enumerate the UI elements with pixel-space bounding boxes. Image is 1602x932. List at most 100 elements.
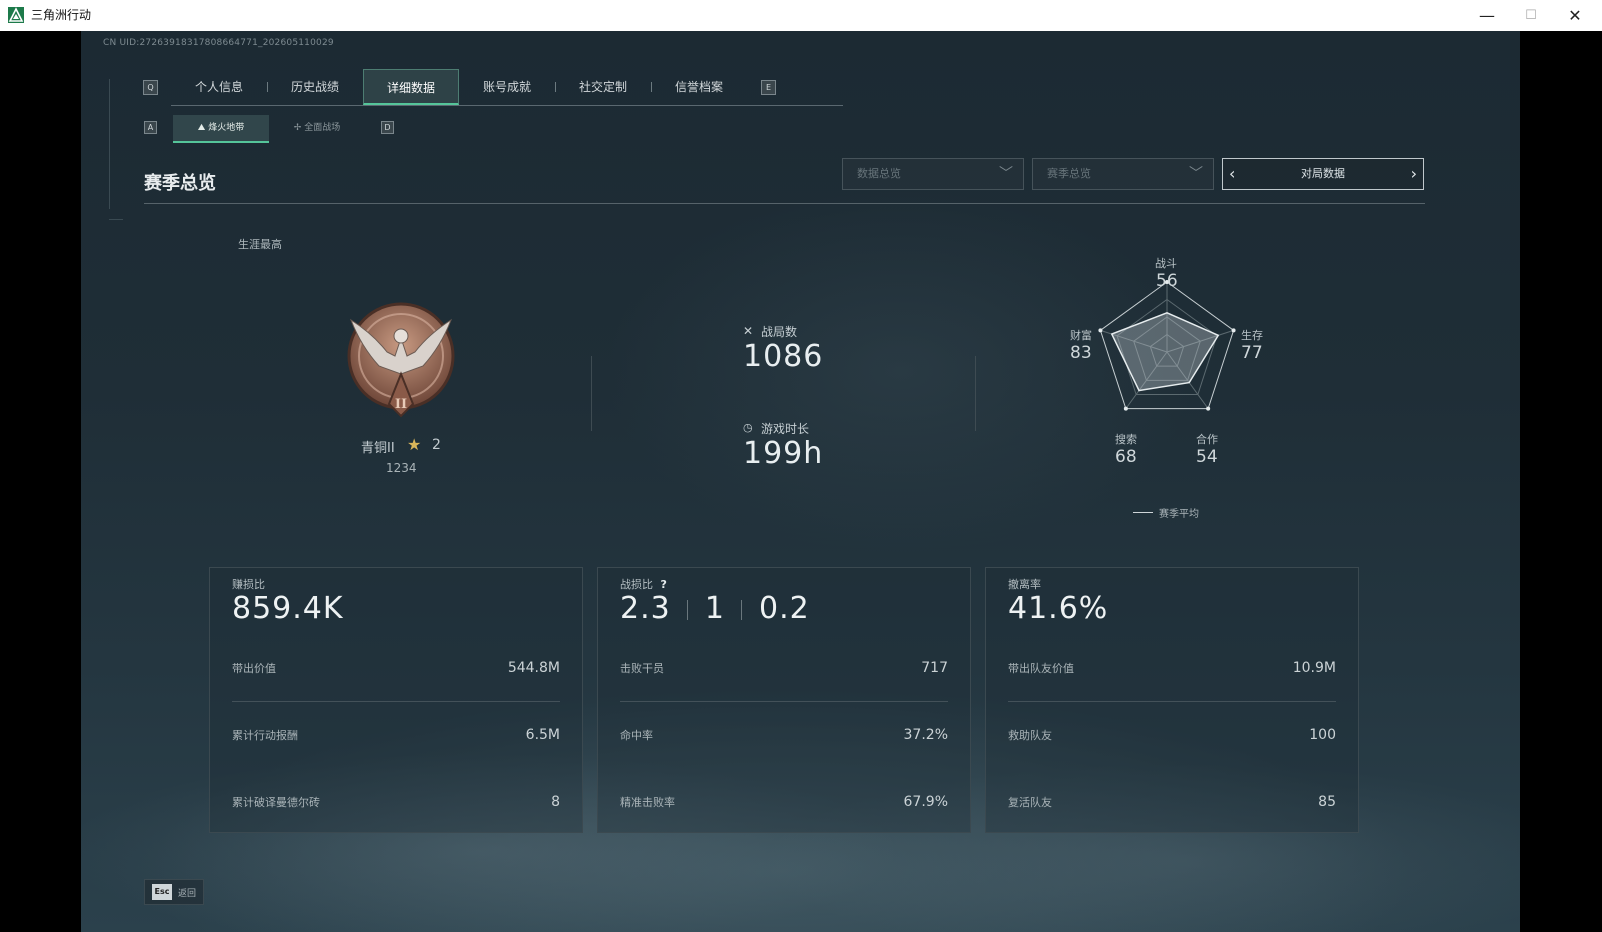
tab-mode-extraction[interactable]: ⛰ 烽火地带 xyxy=(173,115,269,143)
card-value: 2.3 1 0.2 xyxy=(620,591,810,626)
row-key: 击败干员 xyxy=(620,662,664,675)
radar-axis-dot xyxy=(1231,328,1236,333)
season-dropdown[interactable]: 赛季总览 ﹀ xyxy=(1032,158,1214,190)
star-icon: ★ xyxy=(407,435,422,454)
kd-separator xyxy=(687,599,689,620)
game-viewport: CN UID:27263918317808664771_202605110029… xyxy=(81,31,1520,932)
user-uid: CN UID:27263918317808664771_202605110029 xyxy=(103,38,334,48)
rank-score: 1234 xyxy=(386,461,417,475)
chevron-down-icon: ﹀ xyxy=(999,166,1013,182)
radar-label-survival: 生存 xyxy=(1241,329,1263,342)
maximize-button[interactable]: ☐ xyxy=(1509,0,1553,31)
rank-name: 青铜II xyxy=(361,441,395,456)
radar-label-search: 搜索 xyxy=(1115,433,1137,446)
row-value: 717 xyxy=(921,660,948,676)
column-divider xyxy=(975,356,976,431)
radar-value-survival: 77 xyxy=(1241,343,1263,363)
chevron-left-icon[interactable]: ‹ xyxy=(1229,159,1235,189)
tab-personal-info[interactable]: 个人信息 xyxy=(171,69,267,105)
help-icon[interactable]: ? xyxy=(661,578,667,591)
minimize-button[interactable]: — xyxy=(1465,0,1509,31)
card-label: 战损比 ? xyxy=(620,576,667,592)
radar-value-search: 68 xyxy=(1115,447,1137,467)
row-key: 命中率 xyxy=(620,729,653,742)
back-button[interactable]: Esc 返回 xyxy=(144,879,204,905)
card-value: 41.6% xyxy=(1008,591,1109,626)
row-value: 85 xyxy=(1318,794,1336,810)
radar-label-wealth: 财富 xyxy=(1070,329,1092,342)
card-value: 859.4K xyxy=(232,591,344,626)
tab-social-customize[interactable]: 社交定制 xyxy=(555,69,651,105)
mode-extraction-icon: ⛰ xyxy=(197,123,209,133)
tab-achievements[interactable]: 账号成就 xyxy=(459,69,555,105)
clock-icon: ◷ xyxy=(743,421,753,434)
tab-match-history[interactable]: 历史战绩 xyxy=(267,69,363,105)
row-divider xyxy=(1008,701,1336,702)
tab-mode-warfare-label: 全面战场 xyxy=(304,123,341,133)
data-type-dropdown[interactable]: 数据总览 ﹀ xyxy=(842,158,1024,190)
subnav-next-key[interactable]: D xyxy=(381,121,394,134)
radar-label-teamwork: 合作 xyxy=(1196,433,1218,446)
row-value: 8 xyxy=(551,794,560,810)
back-label: 返回 xyxy=(178,889,197,899)
nav-next-key[interactable]: E xyxy=(761,80,776,95)
card-row: 击败干员 717 xyxy=(620,660,948,680)
radar-value-combat: 56 xyxy=(1156,271,1178,291)
rank-star-count: 2 xyxy=(432,437,441,453)
chevron-down-icon: ﹀ xyxy=(1189,166,1203,182)
card-label: 赚损比 xyxy=(232,578,265,591)
card-row: 精准击败率 67.9% xyxy=(620,794,948,814)
radar-series-season-average xyxy=(1110,311,1220,392)
rank-badge-icon: II xyxy=(343,294,459,424)
app-logo-icon xyxy=(8,7,24,23)
mode-warfare-icon: ✢ xyxy=(293,123,305,133)
subnav-prev-key[interactable]: A xyxy=(144,121,157,134)
close-button[interactable]: ✕ xyxy=(1553,0,1597,31)
radar-legend: 赛季平均 xyxy=(1159,509,1199,520)
letterbox-left xyxy=(0,31,81,932)
card-label-text: 战损比 xyxy=(620,578,653,591)
kd-part: 0.2 xyxy=(759,591,810,626)
radar-axis-dot xyxy=(1123,406,1128,411)
playtime-label: 游戏时长 xyxy=(761,422,810,436)
row-key: 带出队友价值 xyxy=(1008,662,1074,675)
card-row: 命中率 37.2% xyxy=(620,727,948,747)
radar-label-combat: 战斗 xyxy=(1155,257,1177,270)
card-row: 累计行动报酬 6.5M xyxy=(232,727,560,747)
card-label: 撤离率 xyxy=(1008,578,1041,591)
tab-detailed-data[interactable]: 详细数据 xyxy=(363,69,459,105)
profit-loss-card: 赚损比 859.4K 带出价值 544.8M 累计行动报酬 6.5M 累计破译曼德尔… xyxy=(209,567,583,833)
row-key: 累计破译曼德尔砖 xyxy=(232,796,320,809)
radar-axis-dot xyxy=(1098,328,1103,333)
row-value: 37.2% xyxy=(903,727,948,743)
row-value: 6.5M xyxy=(525,727,560,743)
pager-label: 对局数据 xyxy=(1301,167,1345,180)
nav-prev-key[interactable]: Q xyxy=(143,80,158,95)
card-row: 复活队友 85 xyxy=(1008,794,1336,814)
tab-mode-warfare[interactable]: ✢ 全面战场 xyxy=(269,115,365,141)
row-key: 复活队友 xyxy=(1008,796,1052,809)
kd-part: 1 xyxy=(704,591,725,626)
frame-decoration xyxy=(109,79,110,209)
tab-credit-record[interactable]: 信誉档案 xyxy=(651,69,747,105)
card-row: 带出队友价值 10.9M xyxy=(1008,660,1336,680)
data-type-dropdown-value: 数据总览 xyxy=(857,167,901,180)
career-best-label: 生涯最高 xyxy=(238,238,282,251)
card-row: 救助队友 100 xyxy=(1008,727,1336,747)
rank-badge-numeral: II xyxy=(395,397,407,412)
page-title: 赛季总览 xyxy=(144,173,216,194)
card-row: 累计破译曼德尔砖 8 xyxy=(232,794,560,814)
chevron-right-icon[interactable]: › xyxy=(1411,159,1417,189)
window-titlebar: 三角洲行动 — ☐ ✕ xyxy=(0,0,1602,32)
row-key: 救助队友 xyxy=(1008,729,1052,742)
match-data-pager: ‹ 对局数据 › xyxy=(1222,158,1424,190)
row-value: 10.9M xyxy=(1292,660,1336,676)
radar-value-wealth: 83 xyxy=(1070,343,1092,363)
matches-label: 战局数 xyxy=(761,325,798,339)
matches-value: 1086 xyxy=(743,339,824,374)
season-dropdown-value: 赛季总览 xyxy=(1047,167,1091,180)
row-key: 精准击败率 xyxy=(620,796,675,809)
row-value: 544.8M xyxy=(507,660,560,676)
kd-card: 战损比 ? 2.3 1 0.2 击败干员 717 命中率 37.2% 精准击败率 67… xyxy=(597,567,971,833)
letterbox-right xyxy=(1520,31,1602,932)
